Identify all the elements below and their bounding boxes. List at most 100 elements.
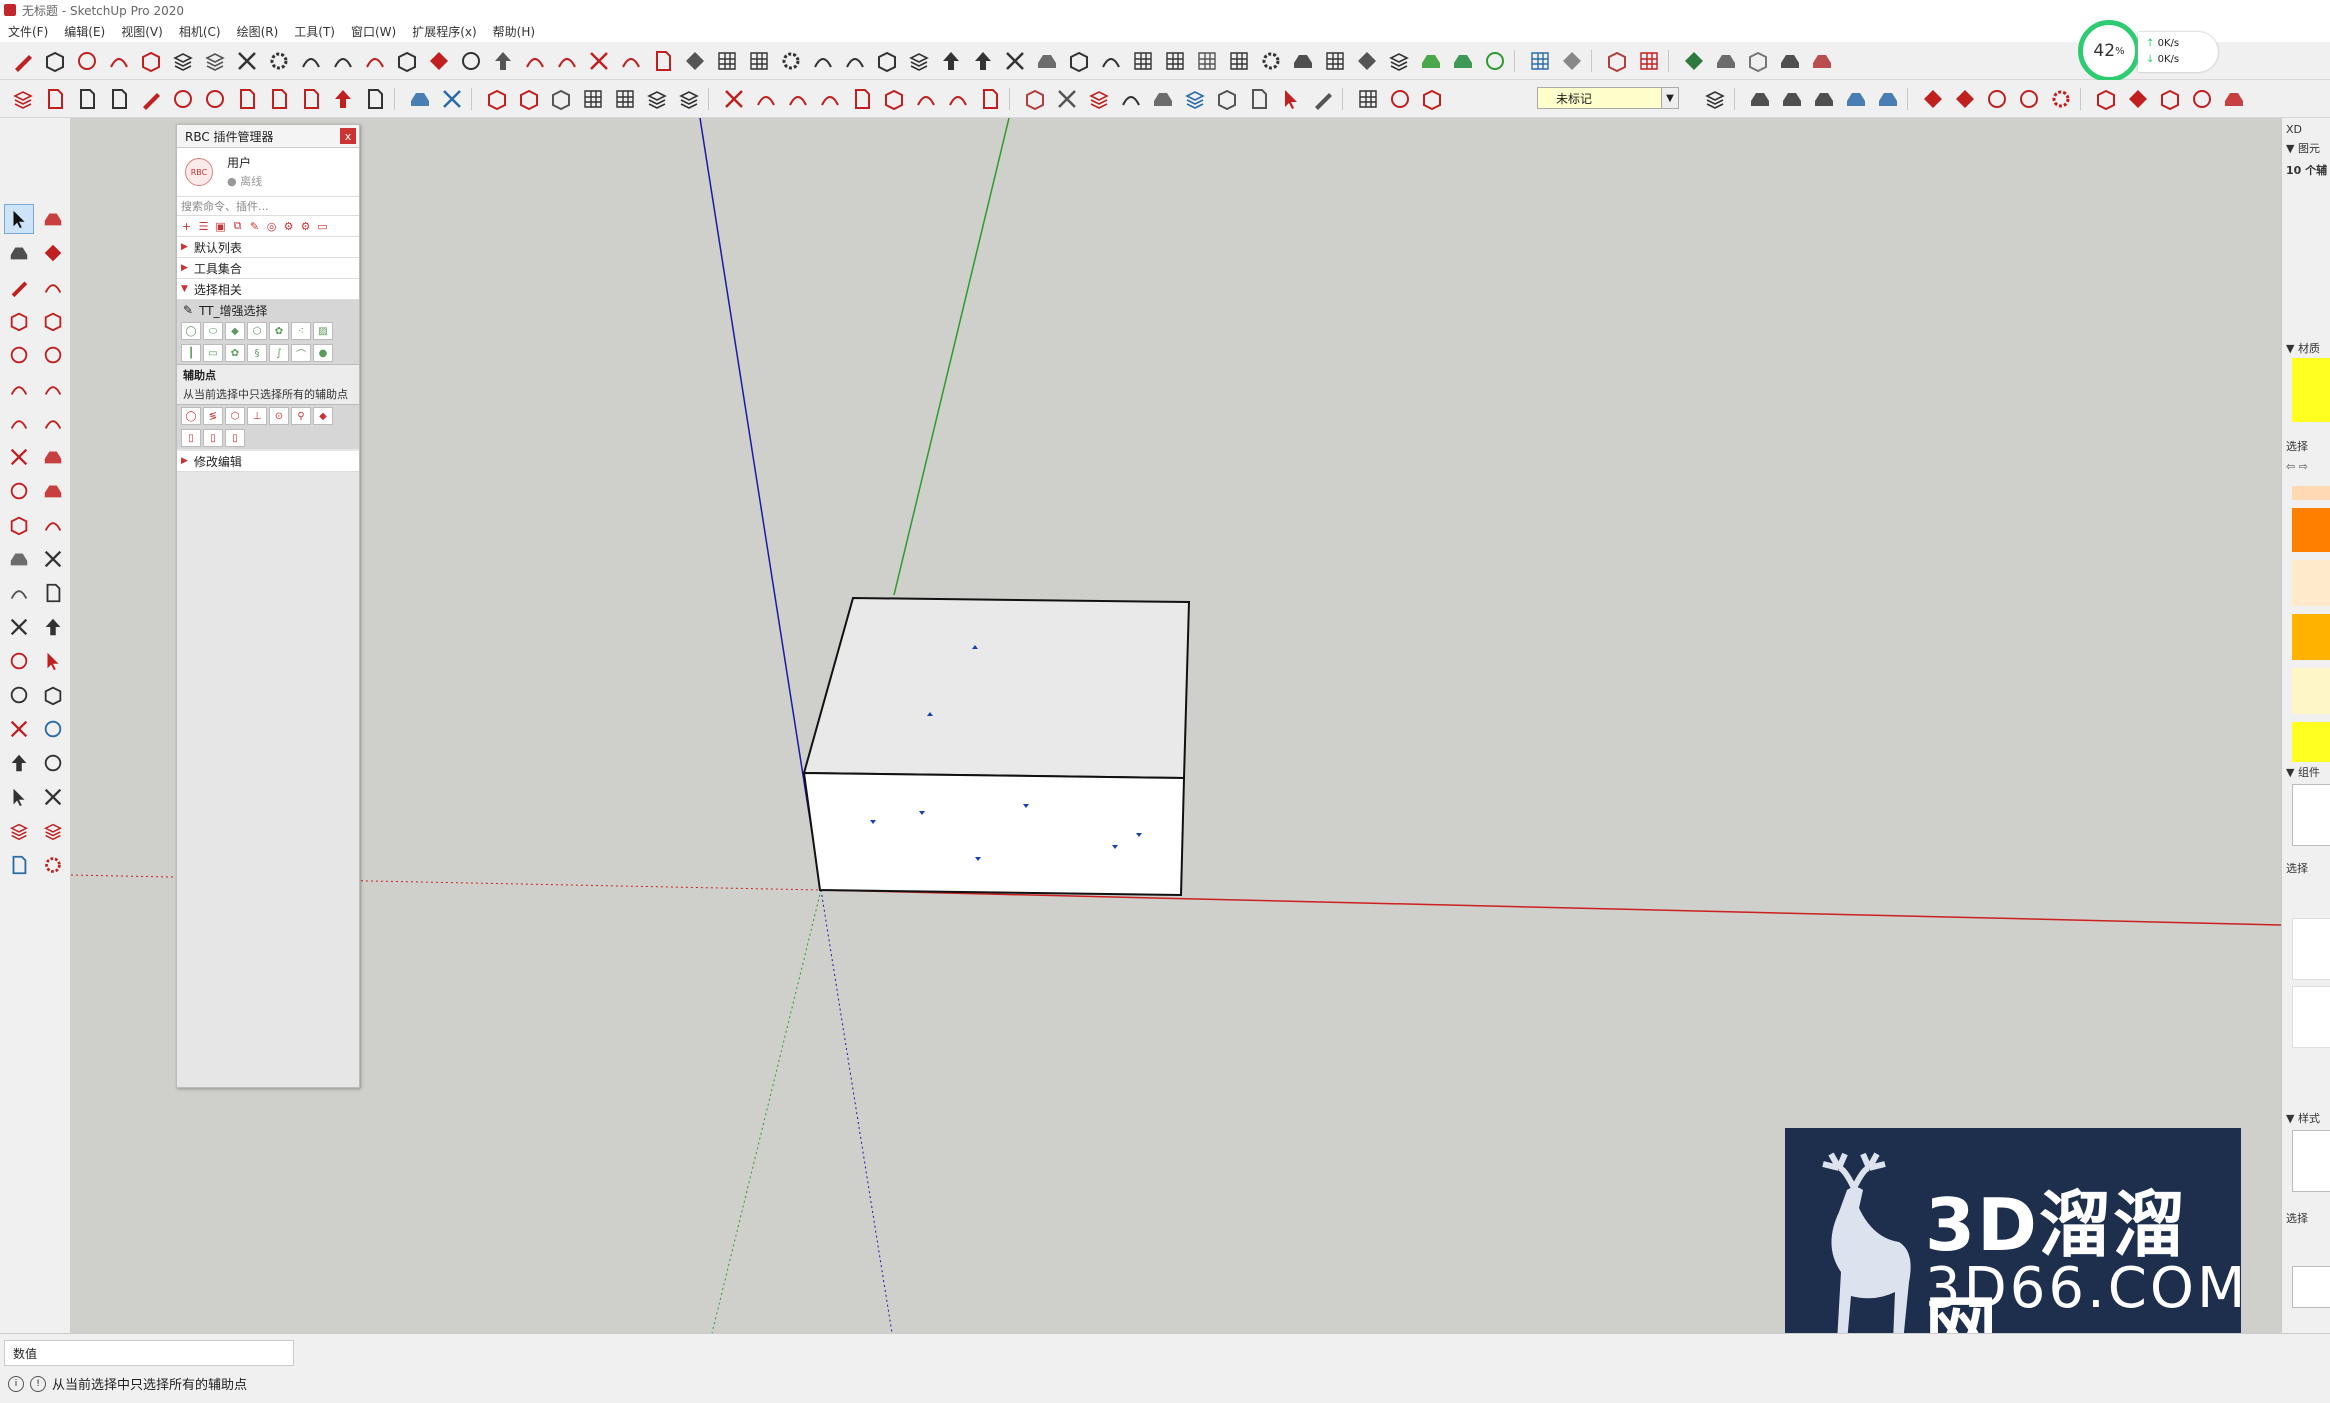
diamond-icon[interactable] bbox=[1679, 48, 1709, 74]
menu-camera[interactable]: 相机(C) bbox=[171, 23, 229, 40]
doc-icon[interactable] bbox=[72, 86, 102, 112]
box-icon[interactable] bbox=[40, 48, 70, 74]
previous-view-icon[interactable] bbox=[38, 714, 68, 744]
circle-icon[interactable] bbox=[200, 86, 230, 112]
arc-icon[interactable] bbox=[911, 86, 941, 112]
tool-icon[interactable]: ⁖ bbox=[291, 322, 311, 340]
grid-icon[interactable] bbox=[712, 48, 742, 74]
circle-icon[interactable] bbox=[2187, 86, 2217, 112]
circle-icon[interactable] bbox=[1480, 48, 1510, 74]
axes-icon[interactable] bbox=[4, 612, 34, 642]
gear-icon[interactable] bbox=[776, 48, 806, 74]
tool-icon[interactable]: ⬡ bbox=[225, 407, 245, 425]
style-thumbnail[interactable] bbox=[2292, 1130, 2330, 1192]
section-plane-icon[interactable] bbox=[38, 782, 68, 812]
tool-icon[interactable]: ▨ bbox=[313, 322, 333, 340]
measurements-box[interactable]: 数值 bbox=[4, 1340, 294, 1366]
style-item[interactable] bbox=[2292, 1266, 2330, 1308]
text-icon[interactable] bbox=[38, 578, 68, 608]
gear-icon[interactable]: ⚙ bbox=[298, 219, 313, 234]
circle-icon[interactable] bbox=[1385, 86, 1415, 112]
tray-icon[interactable] bbox=[1148, 86, 1178, 112]
save-icon[interactable]: ▣ bbox=[213, 219, 228, 234]
folder-icon[interactable]: ▭ bbox=[315, 219, 330, 234]
rotate-icon[interactable] bbox=[4, 476, 34, 506]
arc-icon[interactable] bbox=[4, 374, 34, 404]
box-icon[interactable] bbox=[1602, 48, 1632, 74]
box-icon[interactable] bbox=[546, 86, 576, 112]
box-icon[interactable] bbox=[872, 48, 902, 74]
paint-bucket-icon[interactable] bbox=[38, 204, 68, 234]
zoom-window-icon[interactable] bbox=[38, 680, 68, 710]
tool-icon[interactable]: ≶ bbox=[203, 407, 223, 425]
tray-icon[interactable] bbox=[1775, 48, 1805, 74]
warehouse-icon[interactable] bbox=[4, 816, 34, 846]
arc-icon[interactable] bbox=[783, 86, 813, 112]
grid-icon[interactable] bbox=[1525, 48, 1555, 74]
material-swatch[interactable] bbox=[2292, 668, 2330, 714]
material-swatch[interactable] bbox=[2292, 358, 2330, 422]
protractor-icon[interactable] bbox=[4, 578, 34, 608]
menu-help[interactable]: 帮助(H) bbox=[485, 23, 543, 40]
move-icon[interactable] bbox=[4, 442, 34, 472]
tool-icon[interactable]: ▭ bbox=[203, 344, 223, 362]
grid-icon[interactable] bbox=[1320, 48, 1350, 74]
diamond-icon[interactable] bbox=[1352, 48, 1382, 74]
section-selection-related[interactable]: ▼ 选择相关 bbox=[177, 279, 359, 300]
stack-icon[interactable] bbox=[642, 86, 672, 112]
tool-icon[interactable]: ⌒ bbox=[291, 344, 311, 362]
doc-icon[interactable] bbox=[975, 86, 1005, 112]
tape-measure-icon[interactable] bbox=[4, 544, 34, 574]
doc-icon[interactable] bbox=[1244, 86, 1274, 112]
tool-icon[interactable]: ▯ bbox=[203, 429, 223, 447]
extension-manager-icon[interactable] bbox=[38, 850, 68, 880]
box-icon[interactable] bbox=[879, 86, 909, 112]
grid-icon[interactable] bbox=[744, 48, 774, 74]
tool-icon[interactable]: ⊙ bbox=[269, 407, 289, 425]
arc-icon[interactable] bbox=[815, 86, 845, 112]
pencil-icon[interactable] bbox=[136, 86, 166, 112]
grid-icon[interactable] bbox=[578, 86, 608, 112]
walk-icon[interactable] bbox=[4, 782, 34, 812]
arrow-icon[interactable] bbox=[488, 48, 518, 74]
follow-me-icon[interactable] bbox=[38, 476, 68, 506]
offset-icon[interactable] bbox=[38, 510, 68, 540]
diamond-icon[interactable] bbox=[1557, 48, 1587, 74]
component-thumbnail[interactable] bbox=[2292, 784, 2330, 846]
doc-icon[interactable] bbox=[104, 86, 134, 112]
look-around-icon[interactable] bbox=[38, 748, 68, 778]
target-icon[interactable]: ◎ bbox=[264, 219, 279, 234]
doc-icon[interactable] bbox=[296, 86, 326, 112]
tool-icon[interactable]: ⬡ bbox=[247, 322, 267, 340]
tray-icon[interactable] bbox=[1873, 86, 1903, 112]
gear-icon[interactable] bbox=[2046, 86, 2076, 112]
material-swatch[interactable] bbox=[2292, 614, 2330, 660]
tray-icon[interactable] bbox=[1416, 48, 1446, 74]
arc-icon[interactable] bbox=[296, 48, 326, 74]
diamond-icon[interactable] bbox=[424, 48, 454, 74]
stack-icon[interactable] bbox=[1700, 86, 1730, 112]
box-icon[interactable] bbox=[2091, 86, 2121, 112]
tray-icon[interactable] bbox=[1288, 48, 1318, 74]
stack-icon[interactable] bbox=[904, 48, 934, 74]
user-label[interactable]: 用户 bbox=[227, 154, 251, 171]
cross-icon[interactable] bbox=[437, 86, 467, 112]
rbc-plugin-manager[interactable]: RBC 插件管理器 x RBC 用户 ● 离线 搜索命令、插件... + ☰ ▣… bbox=[176, 124, 360, 1088]
eraser-icon[interactable] bbox=[38, 238, 68, 268]
stack-icon[interactable] bbox=[674, 86, 704, 112]
3d-text-icon[interactable] bbox=[38, 612, 68, 642]
box-icon[interactable] bbox=[1020, 86, 1050, 112]
freehand-icon[interactable] bbox=[38, 272, 68, 302]
push-pull-icon[interactable] bbox=[4, 238, 34, 268]
menu-extensions[interactable]: 扩展程序(x) bbox=[404, 23, 484, 40]
list-icon[interactable]: ☰ bbox=[196, 219, 211, 234]
close-icon[interactable]: x bbox=[340, 128, 356, 144]
add-icon[interactable]: + bbox=[179, 219, 194, 234]
circle-icon[interactable] bbox=[2014, 86, 2044, 112]
box-icon[interactable] bbox=[1212, 86, 1242, 112]
menu-draw[interactable]: 绘图(R) bbox=[229, 23, 287, 40]
arc-icon[interactable] bbox=[360, 48, 390, 74]
tool-icon[interactable]: ◯ bbox=[181, 322, 201, 340]
network-speed-widget[interactable]: 42% ↑ 0K/s ↓ 0K/s bbox=[2078, 20, 2222, 84]
rectangle-icon[interactable] bbox=[4, 306, 34, 336]
